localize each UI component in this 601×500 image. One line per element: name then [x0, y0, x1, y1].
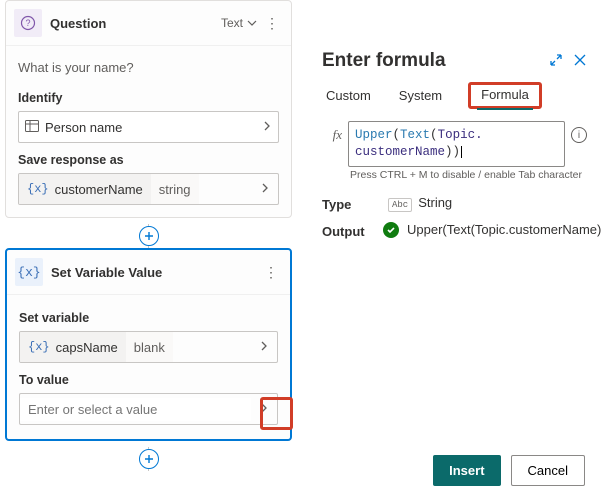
save-as-label: Save response as [18, 153, 279, 167]
variable-icon: {x} [27, 182, 49, 196]
chevron-down-icon [247, 18, 257, 28]
setvar-variable-type: blank [126, 332, 173, 362]
set-variable-node: {x} Set Variable Value ⋮ Set variable {x… [5, 248, 292, 441]
to-value-input[interactable] [19, 393, 278, 425]
setvar-more-button[interactable]: ⋮ [260, 264, 282, 281]
type-badge-icon: Abc [388, 198, 412, 212]
chevron-right-icon [251, 340, 277, 355]
chevron-right-icon [252, 182, 278, 197]
variable-type: string [151, 174, 199, 204]
identify-label: Identify [18, 91, 279, 105]
formula-tabs: Custom System Formula [322, 82, 587, 109]
type-label: Type [322, 195, 388, 212]
to-value-field[interactable] [20, 398, 251, 421]
question-node: ? Question Text ⋮ What is your name? Ide… [5, 0, 292, 218]
info-icon[interactable]: i [571, 127, 587, 143]
question-type-selector[interactable]: Text [221, 16, 257, 30]
node-connector [5, 224, 292, 248]
set-variable-label: Set variable [19, 311, 278, 325]
variable-icon: {x} [28, 340, 50, 354]
insert-button[interactable]: Insert [433, 455, 500, 486]
save-as-variable[interactable]: {x} customerName string [18, 173, 279, 205]
tab-formula[interactable]: Formula [477, 81, 533, 110]
question-prompt[interactable]: What is your name? [18, 54, 279, 85]
question-title: Question [50, 16, 221, 31]
question-icon: ? [14, 9, 42, 37]
variable-node-icon: {x} [15, 258, 43, 286]
node-connector [5, 447, 292, 471]
expand-icon[interactable] [549, 53, 563, 70]
annotation-highlight: Formula [468, 82, 542, 109]
to-value-label: To value [19, 373, 278, 387]
tab-custom[interactable]: Custom [324, 82, 373, 109]
success-check-icon [383, 222, 399, 238]
formula-panel: Enter formula Custom System Formula fx U… [308, 0, 601, 500]
chevron-right-icon [262, 120, 272, 135]
add-node-button[interactable] [139, 226, 159, 246]
formula-input[interactable]: Upper(Text(Topic.customerName)) [348, 121, 565, 167]
set-variable-picker[interactable]: {x} capsName blank [19, 331, 278, 363]
identify-value: Person name [45, 120, 122, 135]
entity-icon [25, 120, 39, 135]
fx-label: fx [322, 121, 342, 143]
close-icon[interactable] [573, 53, 587, 70]
setvar-variable-name: capsName [56, 340, 118, 355]
question-more-button[interactable]: ⋮ [261, 15, 283, 32]
output-label: Output [322, 222, 383, 239]
to-value-expand-button[interactable] [251, 402, 277, 417]
output-value: Upper(Text(Topic.customerName)) [407, 222, 587, 237]
formula-hint: Press CTRL + M to disable / enable Tab c… [350, 169, 587, 181]
tab-system[interactable]: System [397, 82, 444, 109]
setvar-title: Set Variable Value [51, 265, 260, 280]
panel-title: Enter formula [322, 50, 549, 72]
svg-text:?: ? [25, 18, 30, 28]
identify-picker[interactable]: Person name [18, 111, 279, 143]
variable-name: customerName [55, 182, 143, 197]
cancel-button[interactable]: Cancel [511, 455, 585, 486]
type-value: String [418, 195, 452, 210]
add-node-button[interactable] [139, 449, 159, 469]
